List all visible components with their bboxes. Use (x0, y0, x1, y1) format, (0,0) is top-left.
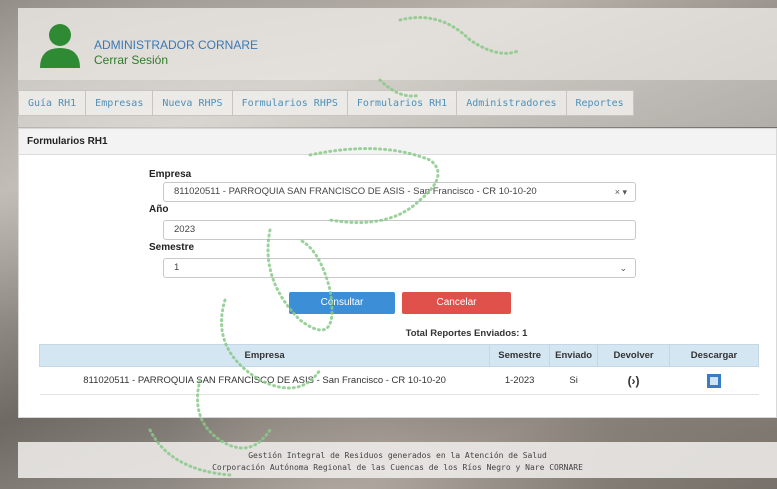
semestre-value: 1 (174, 262, 180, 273)
cell-empresa: 811020511 - PARROQUIA SAN FRANCISCO DE A… (39, 366, 490, 395)
results-table: Empresa Semestre Enviado Devolver Descar… (38, 344, 759, 395)
cell-devolver: (›) (597, 366, 670, 395)
cell-enviado: Si (549, 366, 598, 395)
tab-administradores[interactable]: Administradores (456, 90, 566, 116)
tab-guia-rh1[interactable]: Guía RH1 (18, 90, 86, 116)
header-semestre: Semestre (489, 344, 551, 367)
cancelar-button[interactable]: Cancelar (402, 292, 511, 314)
table-row: 811020511 - PARROQUIA SAN FRANCISCO DE A… (39, 366, 759, 395)
clear-caret-icon[interactable]: × ▾ (615, 183, 627, 201)
header-devolver: Devolver (597, 344, 671, 367)
anio-field[interactable]: 2023 (163, 220, 636, 240)
form-panel: Formularios RH1 Empresa 811020511 - PARR… (18, 128, 777, 418)
return-icon[interactable]: (›) (628, 374, 640, 388)
anio-value: 2023 (174, 224, 196, 235)
total-reportes: Total Reportes Enviados: 1 (405, 328, 528, 339)
tab-formularios-rhps[interactable]: Formularios RHPS (231, 90, 347, 116)
empresa-select[interactable]: 811020511 - PARROQUIA SAN FRANCISCO DE A… (163, 182, 636, 202)
footer: Gestión Integral de Residuos generados e… (18, 442, 777, 478)
cell-semestre: 1-2023 (489, 366, 550, 395)
panel-title: Formularios RH1 (19, 129, 776, 155)
footer-line-1: Gestión Integral de Residuos generados e… (248, 451, 547, 460)
table-header-row: Empresa Semestre Enviado Devolver Descar… (38, 344, 759, 367)
tab-reportes[interactable]: Reportes (565, 90, 634, 116)
tab-nueva-rhps[interactable]: Nueva RHPS (152, 90, 232, 116)
tab-formularios-rh1[interactable]: Formularios RH1 (346, 90, 457, 116)
download-icon[interactable] (707, 373, 722, 388)
footer-line-2: Corporación Autónoma Regional de las Cue… (212, 463, 583, 472)
header-descargar: Descargar (669, 344, 759, 367)
nav-tabs: Guía RH1 Empresas Nueva RHPS Formularios… (18, 90, 634, 116)
empresa-value: 811020511 - PARROQUIA SAN FRANCISCO DE A… (174, 186, 537, 197)
anio-label: Año (149, 204, 169, 215)
header-empresa: Empresa (38, 344, 491, 367)
semestre-label: Semestre (149, 242, 195, 253)
chevron-down-icon: ⌄ (619, 263, 627, 273)
user-name: ADMINISTRADOR CORNARE (94, 38, 259, 52)
user-avatar-icon (40, 24, 80, 68)
consultar-button[interactable]: Consultar (289, 292, 395, 314)
header-enviado: Enviado (549, 344, 599, 367)
tab-empresas[interactable]: Empresas (85, 90, 153, 116)
header: ADMINISTRADOR CORNARE Cerrar Sesión (18, 8, 777, 80)
cell-descargar (669, 366, 759, 395)
empresa-label: Empresa (149, 169, 192, 180)
semestre-select[interactable]: 1 ⌄ (163, 258, 636, 278)
logout-link[interactable]: Cerrar Sesión (94, 53, 168, 67)
